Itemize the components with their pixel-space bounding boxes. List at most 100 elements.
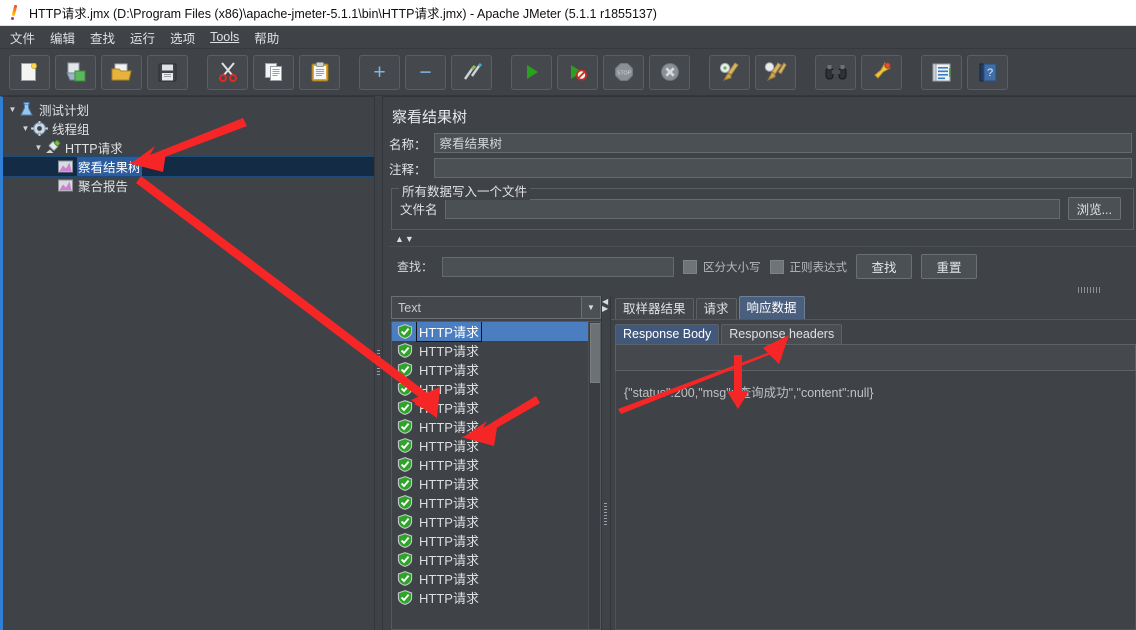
toolbar-function-helper[interactable]	[921, 54, 962, 90]
list-item[interactable]: HTTP请求	[392, 398, 600, 417]
chevron-down-icon[interactable]: ▼	[33, 143, 44, 152]
list-item[interactable]: HTTP请求	[392, 360, 600, 379]
aggregate-report-icon	[57, 178, 74, 193]
menu-file[interactable]: 文件	[8, 27, 37, 48]
toolbar-clear[interactable]	[709, 54, 750, 90]
toolbar-stop[interactable]: STOP	[603, 54, 644, 90]
case-sensitive-checkbox[interactable]: 区分大小写	[683, 259, 761, 275]
toolbar-shutdown[interactable]	[649, 54, 690, 90]
tree-node-aggregate-report[interactable]: 聚合报告	[3, 176, 374, 195]
chevron-down-icon[interactable]: ▼	[581, 297, 600, 318]
toolbar-copy[interactable]	[253, 54, 294, 90]
menu-tools[interactable]: Tools	[208, 29, 241, 45]
toolbar-cut[interactable]	[207, 54, 248, 90]
menu-help[interactable]: 帮助	[252, 27, 281, 48]
menu-run[interactable]: 运行	[128, 27, 157, 48]
toolbar-start-no-pauses[interactable]	[557, 54, 598, 90]
toolbar-new[interactable]	[9, 54, 50, 90]
page-title: 察看结果树	[392, 109, 468, 126]
success-shield-icon	[397, 362, 413, 377]
view-results-tree-icon	[57, 159, 74, 174]
tree-node-http-request[interactable]: ▼ HTTP请求	[3, 138, 374, 157]
toolbar-search[interactable]	[815, 54, 856, 90]
thread-group-gear-icon	[30, 120, 49, 137]
tree-node-view-results-tree[interactable]: 察看结果树	[3, 156, 374, 177]
response-body-text[interactable]: {"status":200,"msg":"查询成功","content":nul…	[615, 371, 1136, 630]
triangle-up-icon[interactable]: ▲	[395, 234, 404, 244]
name-input[interactable]: 察看结果树	[433, 133, 1132, 153]
list-item[interactable]: HTTP请求	[392, 512, 600, 531]
toolbar-open[interactable]	[101, 54, 142, 90]
list-item[interactable]: HTTP请求	[392, 436, 600, 455]
list-item[interactable]: HTTP请求	[392, 474, 600, 493]
regex-label: 正则表达式	[789, 261, 848, 274]
list-item[interactable]: HTTP请求	[392, 550, 600, 569]
collapse-arrows-1[interactable]: ▲ ▼	[389, 232, 1136, 246]
tree-label-http-request: HTTP请求	[65, 142, 123, 156]
list-item[interactable]: HTTP请求	[392, 493, 600, 512]
list-item-label: HTTP请求	[419, 553, 479, 568]
window-title: HTTP请求.jmx (D:\Program Files (x86)\apach…	[29, 7, 657, 21]
window-titlebar: HTTP请求.jmx (D:\Program Files (x86)\apach…	[0, 0, 1136, 26]
list-item[interactable]: HTTP请求	[392, 588, 600, 607]
reset-button[interactable]: 重置	[921, 254, 978, 279]
checkbox-icon[interactable]	[683, 259, 698, 274]
subtab-response-headers[interactable]: Response headers	[721, 324, 843, 344]
list-item[interactable]: HTTP请求	[392, 455, 600, 474]
toolbar-help[interactable]: ?	[967, 54, 1008, 90]
response-body-search-input[interactable]	[615, 344, 1136, 371]
comment-input[interactable]	[433, 158, 1132, 178]
chevron-down-icon[interactable]: ▼	[7, 105, 18, 114]
scrollbar-thumb[interactable]	[590, 323, 600, 383]
toolbar-reset-search[interactable]	[861, 54, 902, 90]
toolbar-paste[interactable]	[299, 54, 340, 90]
toolbar-collapse-all[interactable]: −	[405, 54, 446, 90]
triangle-down-icon[interactable]: ▼	[405, 234, 414, 244]
menu-options[interactable]: 选项	[168, 27, 197, 48]
list-item[interactable]: HTTP请求	[392, 417, 600, 436]
tree-label-view-results-tree: 察看结果树	[77, 157, 142, 176]
toggle-pencil-icon	[462, 62, 482, 82]
regex-checkbox[interactable]: 正则表达式	[769, 259, 848, 275]
results-splitter[interactable]: ◀ ▶	[601, 296, 611, 630]
toolbar-expand-all[interactable]: +	[359, 54, 400, 90]
filename-label: 文件名	[400, 203, 438, 217]
chevron-down-icon[interactable]: ▼	[20, 124, 31, 133]
list-item[interactable]: HTTP请求	[392, 341, 600, 360]
tree-node-test-plan[interactable]: ▼ 测试计划	[3, 100, 374, 119]
toolbar-clear-all[interactable]	[755, 54, 796, 90]
checkbox-icon[interactable]	[769, 259, 784, 274]
list-item-label: HTTP请求	[419, 572, 479, 587]
toolbar-toggle[interactable]	[451, 54, 492, 90]
filename-input[interactable]	[444, 198, 1060, 219]
test-plan-tree[interactable]: ▼ 测试计划 ▼ 线程组 ▼ HTTP请求 察看结果树 聚合报告	[0, 96, 374, 630]
tree-node-thread-group[interactable]: ▼ 线程组	[3, 119, 374, 138]
renderer-select[interactable]: Text ▼	[391, 296, 601, 319]
toolbar-save[interactable]	[147, 54, 188, 90]
splitter-grip-icon	[604, 503, 607, 528]
list-item[interactable]: HTTP请求	[392, 569, 600, 588]
toolbar-start[interactable]	[511, 54, 552, 90]
results-list[interactable]: HTTP请求 HTTP请求 HTTP请求 HTTP请求 HTTP请求 HTTP请…	[391, 321, 601, 630]
results-list-scrollbar[interactable]	[588, 322, 600, 629]
list-item[interactable]: HTTP请求	[392, 379, 600, 398]
renderer-select-value: Text	[398, 300, 421, 315]
splitter-arrows-icon[interactable]: ◀ ▶	[602, 298, 610, 313]
subtab-response-body[interactable]: Response Body	[615, 324, 720, 344]
tab-sampler-result[interactable]: 取样器结果	[615, 298, 694, 319]
list-item[interactable]: HTTP请求	[392, 531, 600, 550]
tab-response-data[interactable]: 响应数据	[738, 296, 805, 319]
menu-search[interactable]: 查找	[88, 27, 117, 48]
search-input[interactable]	[442, 256, 675, 277]
toolbar-templates[interactable]	[55, 54, 96, 90]
menu-edit[interactable]: 编辑	[48, 27, 77, 48]
help-book-icon: ?	[979, 63, 997, 82]
resize-grip[interactable]	[389, 284, 1136, 296]
tab-request[interactable]: 请求	[695, 298, 737, 319]
success-shield-icon	[397, 438, 413, 453]
list-item[interactable]: HTTP请求	[392, 322, 600, 342]
list-item-label: HTTP请求	[419, 382, 479, 397]
find-button[interactable]: 查找	[856, 254, 913, 279]
main-splitter[interactable]	[374, 96, 383, 630]
browse-button[interactable]: 浏览...	[1067, 197, 1121, 220]
